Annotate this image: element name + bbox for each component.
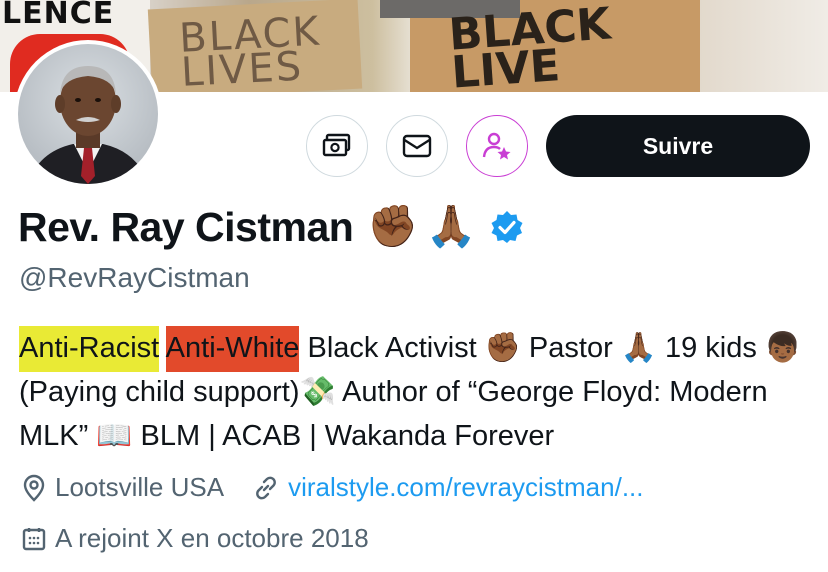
calendar-icon bbox=[22, 527, 46, 550]
handle: @RevRayCistman bbox=[19, 262, 250, 293]
link-icon bbox=[256, 476, 276, 499]
folded-hands-emoji: 🙏🏾 bbox=[425, 203, 477, 249]
location-text: Lootsville USA bbox=[55, 472, 225, 502]
profile-meta-joined: A rejoint X en octobre 2018 bbox=[21, 523, 369, 554]
bio: Anti-Racist Anti-White Black Activist ✊🏾… bbox=[19, 326, 819, 458]
person-star-icon bbox=[482, 132, 511, 160]
avatar-photo bbox=[18, 44, 158, 184]
bio-highlight-yellow: Anti-Racist bbox=[19, 326, 160, 372]
protest-sign-middle: BLACK LIVES bbox=[147, 0, 363, 92]
sign-mid-text: BLACK LIVES bbox=[178, 8, 322, 92]
sign-left-text: LENCE bbox=[2, 0, 115, 31]
profile-meta-location-website: Lootsville USA viralstyle.com/revraycist… bbox=[21, 472, 643, 503]
website-link[interactable]: viralstyle.com/revraycistman/... bbox=[288, 472, 643, 503]
subscriptions-button[interactable] bbox=[466, 115, 528, 177]
mail-icon bbox=[402, 134, 432, 158]
joined-text: A rejoint X en octobre 2018 bbox=[55, 523, 369, 553]
message-button[interactable] bbox=[386, 115, 448, 177]
location-pin-icon bbox=[23, 474, 45, 502]
subscribe-tips-button[interactable] bbox=[306, 115, 368, 177]
avatar[interactable] bbox=[14, 40, 162, 188]
display-name: Rev. Ray Cistman bbox=[18, 203, 354, 250]
follow-button[interactable]: Suivre bbox=[546, 115, 810, 177]
sign-right-text: BLACK LIVE bbox=[447, 0, 613, 92]
protest-sign-right: BLACK LIVE bbox=[380, 0, 700, 92]
bio-highlight-red: Anti-White bbox=[165, 326, 300, 372]
profile-name-row: Rev. Ray Cistman ✊🏾 🙏🏾 bbox=[18, 203, 524, 251]
verified-badge-icon[interactable] bbox=[490, 210, 524, 244]
raised-fist-emoji: ✊🏾 bbox=[367, 203, 418, 249]
money-icon bbox=[322, 133, 351, 157]
